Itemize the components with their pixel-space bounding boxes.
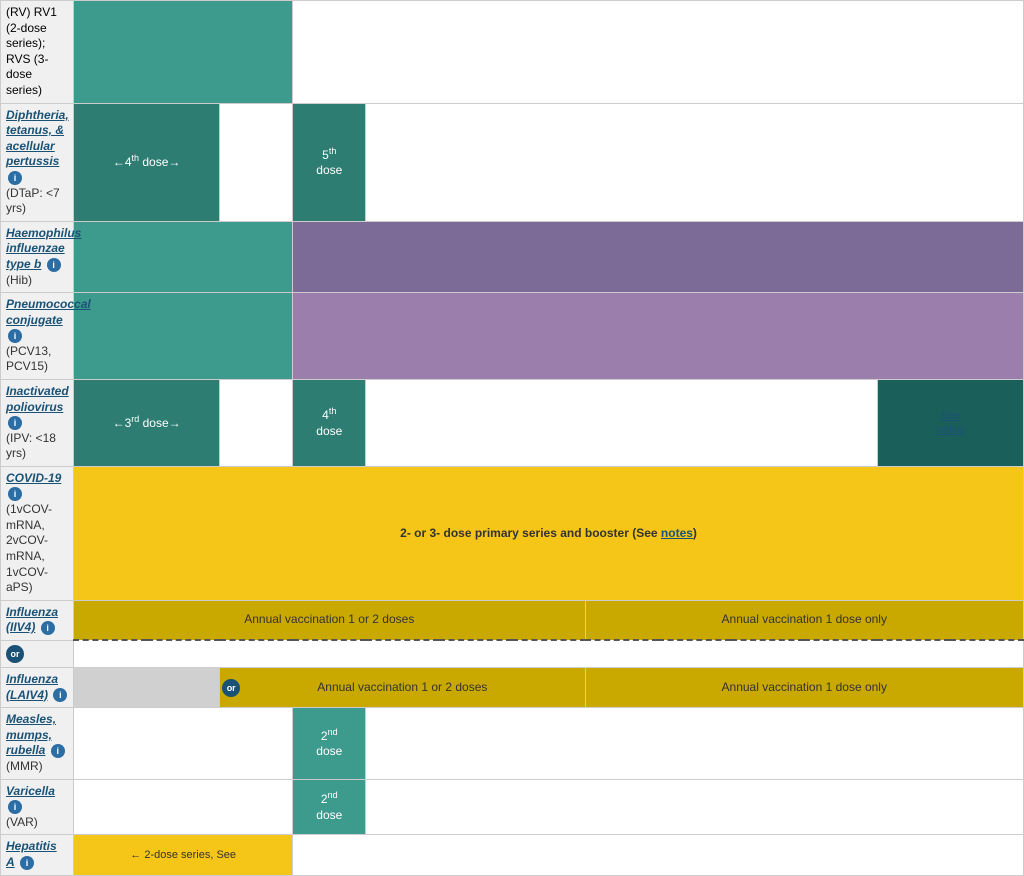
hib-info-icon[interactable]: i xyxy=(47,258,61,272)
iiv4-late: Annual vaccination 1 dose only xyxy=(585,600,1024,640)
vaccine-ipv: Inactivated poliovirus i (IPV: <18 yrs) xyxy=(1,380,74,467)
pcv-early xyxy=(74,293,293,380)
ipv-sub: (IPV: <18 yrs) xyxy=(6,431,56,461)
hib-late xyxy=(293,221,1024,292)
ipv-4th-dose: 4thdose xyxy=(293,380,366,467)
laiv4-or-badge: or xyxy=(222,679,240,697)
varicella-empty1 xyxy=(74,779,293,835)
covid-sub: (1vCOV-mRNA, 2vCOV-mRNA, 1vCOV-aPS) xyxy=(6,502,52,594)
dtap-info-icon[interactable]: i xyxy=(8,171,22,185)
vaccine-pcv: Pneumococcal conjugate i (PCV13, PCV15) xyxy=(1,293,74,380)
row-hib: Haemophilus influenzae type b i (Hib) xyxy=(1,221,1024,292)
iiv4-info-icon[interactable]: i xyxy=(41,621,55,635)
or-vaccine-cell: or xyxy=(1,640,74,667)
ipv-link[interactable]: Inactivated poliovirus xyxy=(6,384,69,414)
vaccine-varicella: Varicella i (VAR) xyxy=(1,779,74,835)
laiv4-info-icon[interactable]: i xyxy=(53,688,67,702)
row-mmr: Measles, mumps, rubella i (MMR) 2nddose xyxy=(1,708,1024,779)
varicella-empty2 xyxy=(366,779,1024,835)
hepa-info-icon[interactable]: i xyxy=(20,856,34,870)
row-hepa: Hepatitis A i ← 2-dose series, See xyxy=(1,835,1024,875)
laiv4-late: Annual vaccination 1 dose only xyxy=(585,667,1024,707)
laiv4-yellow-mid: or Annual vaccination 1 or 2 doses xyxy=(220,667,585,707)
hepa-dose-label: ← 2-dose series, See xyxy=(130,849,236,861)
varicella-info-icon[interactable]: i xyxy=(8,800,22,814)
mmr-empty1 xyxy=(74,708,293,779)
vaccine-dtap: Diphtheria, tetanus, & acellular pertuss… xyxy=(1,103,74,221)
rv-dose-range xyxy=(74,1,293,104)
vaccine-iiv4: Influenza (IIV4) i xyxy=(1,600,74,640)
iiv4-early-label: Annual vaccination 1 or 2 doses xyxy=(244,612,414,626)
laiv4-link[interactable]: Influenza (LAIV4) xyxy=(6,672,58,702)
pcv-sub: (PCV13, PCV15) xyxy=(6,344,51,374)
dtap-empty2 xyxy=(366,103,1024,221)
laiv4-late-label: Annual vaccination 1 dose only xyxy=(722,680,887,694)
mmr-info-icon[interactable]: i xyxy=(51,744,65,758)
vaccine-hepa: Hepatitis A i xyxy=(1,835,74,875)
mmr-2nd-dose: 2nddose xyxy=(293,708,366,779)
ipv-notes-link[interactable]: Seenotes xyxy=(937,410,964,436)
row-dtap: Diphtheria, tetanus, & acellular pertuss… xyxy=(1,103,1024,221)
varicella-sub: (VAR) xyxy=(6,815,38,829)
iiv4-late-label: Annual vaccination 1 dose only xyxy=(722,612,887,626)
mmr-empty2 xyxy=(366,708,1024,779)
vaccine-hib: Haemophilus influenzae type b i (Hib) xyxy=(1,221,74,292)
vaccine-rv: (RV) RV1 (2-dose series); RVS (3-dose se… xyxy=(1,1,74,104)
covid-dose-text: 2- or 3- dose primary series and booster… xyxy=(400,526,697,540)
ipv-empty1 xyxy=(220,380,293,467)
dtap-empty1 xyxy=(220,103,293,221)
pcv-info-icon[interactable]: i xyxy=(8,329,22,343)
or-badge: or xyxy=(6,645,24,663)
iiv4-early: Annual vaccination 1 or 2 doses xyxy=(74,600,585,640)
hib-early-doses xyxy=(74,221,293,292)
dtap-5th-dose: 5thdose xyxy=(293,103,366,221)
mmr-sub: (MMR) xyxy=(6,759,43,773)
row-influenza-laiv4: Influenza (LAIV4) i or Annual vaccinatio… xyxy=(1,667,1024,707)
ipv-info-icon[interactable]: i xyxy=(8,416,22,430)
vaccine-laiv4: Influenza (LAIV4) i xyxy=(1,667,74,707)
row-influenza-iiv4: Influenza (IIV4) i Annual vaccination 1 … xyxy=(1,600,1024,640)
hib-sub: (Hib) xyxy=(6,273,32,287)
row-pcv: Pneumococcal conjugate i (PCV13, PCV15) xyxy=(1,293,1024,380)
mmr-link[interactable]: Measles, mumps, rubella xyxy=(6,712,56,757)
varicella-2nd-dose: 2nddose xyxy=(293,779,366,835)
hib-link[interactable]: Haemophilus influenzae type b xyxy=(6,226,81,271)
dtap-link[interactable]: Diphtheria, tetanus, & acellular pertuss… xyxy=(6,108,69,169)
vaccine-rv-text: (RV) RV1 (2-dose series); RVS (3-dose se… xyxy=(6,5,57,97)
ipv-3rd-dose: ←3rd dose→ xyxy=(74,380,220,467)
covid-notes-link[interactable]: notes xyxy=(661,526,693,540)
varicella-link[interactable]: Varicella xyxy=(6,784,55,798)
covid-link[interactable]: COVID-19 xyxy=(6,471,61,485)
row-ipv: Inactivated poliovirus i (IPV: <18 yrs) … xyxy=(1,380,1024,467)
laiv4-gray-early xyxy=(74,667,220,707)
dtap-4th-dose: ←4th dose→ xyxy=(74,103,220,221)
dtap-sub: (DTaP: <7 yrs) xyxy=(6,186,60,216)
or-separator xyxy=(74,640,1024,667)
laiv4-early-label: Annual vaccination 1 or 2 doses xyxy=(317,680,487,694)
hepa-empty xyxy=(293,835,1024,875)
ipv-3rd-label: ←3rd dose→ xyxy=(113,416,181,430)
vaccine-covid: COVID-19 i (1vCOV-mRNA, 2vCOV-mRNA, 1vCO… xyxy=(1,467,74,601)
row-varicella: Varicella i (VAR) 2nddose xyxy=(1,779,1024,835)
covid-info-icon[interactable]: i xyxy=(8,487,22,501)
ipv-notes: Seenotes xyxy=(877,380,1023,467)
pcv-late xyxy=(293,293,1024,380)
vaccine-mmr: Measles, mumps, rubella i (MMR) xyxy=(1,708,74,779)
row-covid: COVID-19 i (1vCOV-mRNA, 2vCOV-mRNA, 1vCO… xyxy=(1,467,1024,601)
dtap-4th-dose-label: ←4th dose→ xyxy=(113,155,181,169)
row-rv: (RV) RV1 (2-dose series); RVS (3-dose se… xyxy=(1,1,1024,104)
hepa-dose-series: ← 2-dose series, See xyxy=(74,835,293,875)
row-or: or xyxy=(1,640,1024,667)
rv-empty xyxy=(293,1,1024,104)
covid-span: 2- or 3- dose primary series and booster… xyxy=(74,467,1024,601)
ipv-empty2 xyxy=(366,380,877,467)
